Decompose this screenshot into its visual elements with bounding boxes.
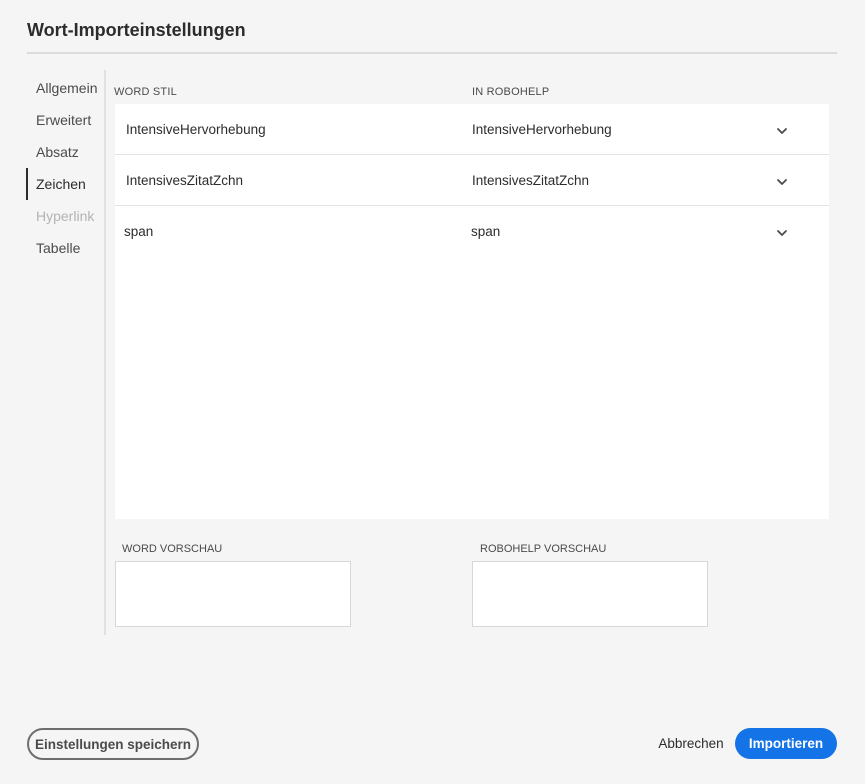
dialog-title: Wort-Importeinstellungen xyxy=(27,20,246,40)
sidebar-item-tabelle[interactable]: Tabelle xyxy=(26,232,106,264)
word-preview-box xyxy=(115,561,351,627)
word-style-cell: IntensivesZitatZchn xyxy=(126,173,244,188)
robohelp-style-select[interactable]: IntensiveHervorhebung xyxy=(472,122,612,137)
robohelp-style-select[interactable]: IntensivesZitatZchn xyxy=(472,173,589,188)
title-divider xyxy=(27,52,837,54)
sidebar-item-erweitert[interactable]: Erweitert xyxy=(26,104,106,136)
word-preview-label: WORD VORSCHAU xyxy=(122,543,223,555)
save-settings-button[interactable]: Einstellungen speichern xyxy=(27,728,199,760)
robohelp-preview-label: ROBOHELP VORSCHAU xyxy=(480,543,607,555)
sidebar-item-zeichen[interactable]: Zeichen xyxy=(26,168,106,200)
style-mapping-table: IntensiveHervorhebung IntensiveHervorheb… xyxy=(115,104,829,519)
sidebar-divider xyxy=(104,70,106,635)
column-header-robohelp: IN ROBOHELP xyxy=(472,86,550,98)
chevron-down-icon[interactable] xyxy=(775,226,789,240)
import-button[interactable]: Importieren xyxy=(735,728,837,759)
cancel-button[interactable]: Abbrechen xyxy=(652,731,730,755)
chevron-down-icon[interactable] xyxy=(775,175,789,189)
column-header-word-style: WORD STIL xyxy=(114,86,177,98)
sidebar-item-absatz[interactable]: Absatz xyxy=(26,136,106,168)
robohelp-style-select[interactable]: span xyxy=(471,224,500,239)
settings-sidebar: Allgemein Erweitert Absatz Zeichen Hyper… xyxy=(26,72,106,264)
sidebar-item-allgemein[interactable]: Allgemein xyxy=(26,72,106,104)
robohelp-preview-box xyxy=(472,561,708,627)
sidebar-item-hyperlink: Hyperlink xyxy=(36,208,95,224)
word-style-cell: IntensiveHervorhebung xyxy=(126,122,266,137)
table-row: IntensivesZitatZchn IntensivesZitatZchn xyxy=(115,155,829,206)
chevron-down-icon[interactable] xyxy=(775,124,789,138)
word-style-cell: span xyxy=(124,224,154,239)
table-row: span span xyxy=(115,206,829,256)
table-row: IntensiveHervorhebung IntensiveHervorheb… xyxy=(115,104,829,155)
